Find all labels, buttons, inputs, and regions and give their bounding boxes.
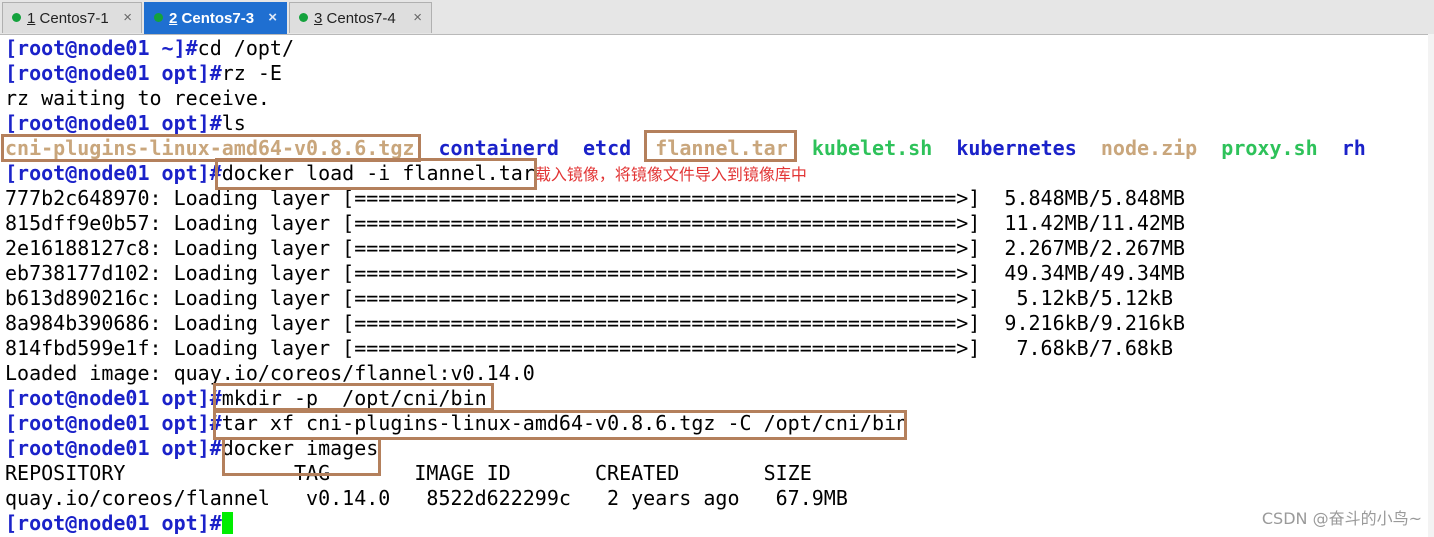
command-text: ls (221, 111, 246, 135)
tab-centos7-1[interactable]: 1 Centos7-1 × (2, 2, 142, 33)
ls-entry-containerd-dir: containerd (438, 136, 559, 160)
terminal-cursor (221, 512, 233, 534)
layer-progress-line: 815dff9e0b57: Loading layer [===========… (5, 211, 1186, 235)
terminal-line: [root@node01 opt]#mkdir -p /opt/cni/bin (5, 386, 1366, 411)
images-table-header: REPOSITORY TAG IMAGE ID CREATED SIZE (5, 461, 812, 485)
highlight-box-tar (213, 410, 907, 440)
shell-prompt: [root@node01 opt]# (5, 61, 222, 85)
ls-entry-etcd-dir: etcd (583, 136, 632, 160)
terminal-line: [root@node01 opt]#rz -E (5, 61, 1366, 86)
images-table-row: quay.io/coreos/flannel v0.14.0 8522d6222… (5, 486, 848, 510)
layer-progress-line: 814fbd599e1f: Loading layer [===========… (5, 336, 1173, 360)
terminal-line: [root@node01 opt]#docker load -i flannel… (5, 161, 1366, 186)
highlight-box-docker-load (215, 158, 537, 190)
highlight-box-mkdir (213, 383, 494, 411)
connection-status-icon (12, 13, 21, 22)
annotation-note: 载入镜像，将镜像文件导入到镜像库中 (534, 165, 807, 184)
terminal-output[interactable]: [root@node01 ~]#cd /opt/ [root@node01 op… (5, 36, 1366, 536)
shell-prompt: [root@node01 opt]# (5, 386, 222, 410)
loaded-image-line: Loaded image: quay.io/coreos/flannel:v0.… (5, 361, 535, 385)
shell-prompt: [root@node01 ~]# (5, 36, 198, 60)
tab-label: 3 Centos7-4 (314, 10, 396, 27)
shell-prompt: [root@node01 opt]# (5, 111, 222, 135)
close-tab-icon[interactable]: × (123, 9, 132, 26)
tab-label: 1 Centos7-1 (27, 10, 109, 27)
tab-label: 2 Centos7-3 (169, 10, 255, 27)
layer-progress-line: b613d890216c: Loading layer [===========… (5, 286, 1173, 310)
command-text: cd /opt/ (197, 36, 294, 60)
shell-prompt: [root@node01 opt]# (5, 411, 222, 435)
tab-bar: 1 Centos7-1 × 2 Centos7-3 × 3 Centos7-4 … (0, 0, 1434, 35)
terminal-line: [root@node01 opt]# (5, 511, 1366, 536)
tab-centos7-4[interactable]: 3 Centos7-4 × (289, 2, 432, 33)
layer-progress-line: eb738177d102: Loading layer [===========… (5, 261, 1186, 285)
command-text: rz -E (221, 61, 282, 85)
ls-entry-kubernetes-dir: kubernetes (956, 136, 1077, 160)
ls-entry-kubelet-script: kubelet.sh (811, 136, 933, 160)
connection-status-icon (154, 13, 163, 22)
shell-prompt: [root@node01 opt]# (5, 511, 222, 535)
tab-centos7-3[interactable]: 2 Centos7-3 × (144, 2, 287, 34)
layer-progress-line: 777b2c648970: Loading layer [===========… (5, 186, 1186, 210)
connection-status-icon (299, 13, 308, 22)
shell-prompt: [root@node01 opt]# (5, 436, 222, 460)
csdn-watermark: CSDN @奋斗的小鸟~ (1261, 509, 1422, 528)
highlight-box-flannel-archive (644, 130, 797, 162)
shell-prompt: [root@node01 opt]# (5, 161, 222, 185)
ls-entry-node-zip: node.zip (1100, 136, 1198, 160)
terminal-line: rz waiting to receive. (5, 86, 270, 110)
ls-entry-proxy-script: proxy.sh (1221, 136, 1318, 160)
highlight-box-docker-images (222, 437, 381, 476)
terminal-scrollbar[interactable] (1428, 34, 1434, 537)
close-tab-icon[interactable]: × (268, 9, 277, 26)
close-tab-icon[interactable]: × (413, 9, 422, 26)
ls-entry-rh-dir: rh (1341, 136, 1366, 160)
terminal-line: [root@node01 ~]#cd /opt/ (5, 36, 1366, 61)
layer-progress-line: 2e16188127c8: Loading layer [===========… (5, 236, 1186, 260)
layer-progress-line: 8a984b390686: Loading layer [===========… (5, 311, 1186, 335)
